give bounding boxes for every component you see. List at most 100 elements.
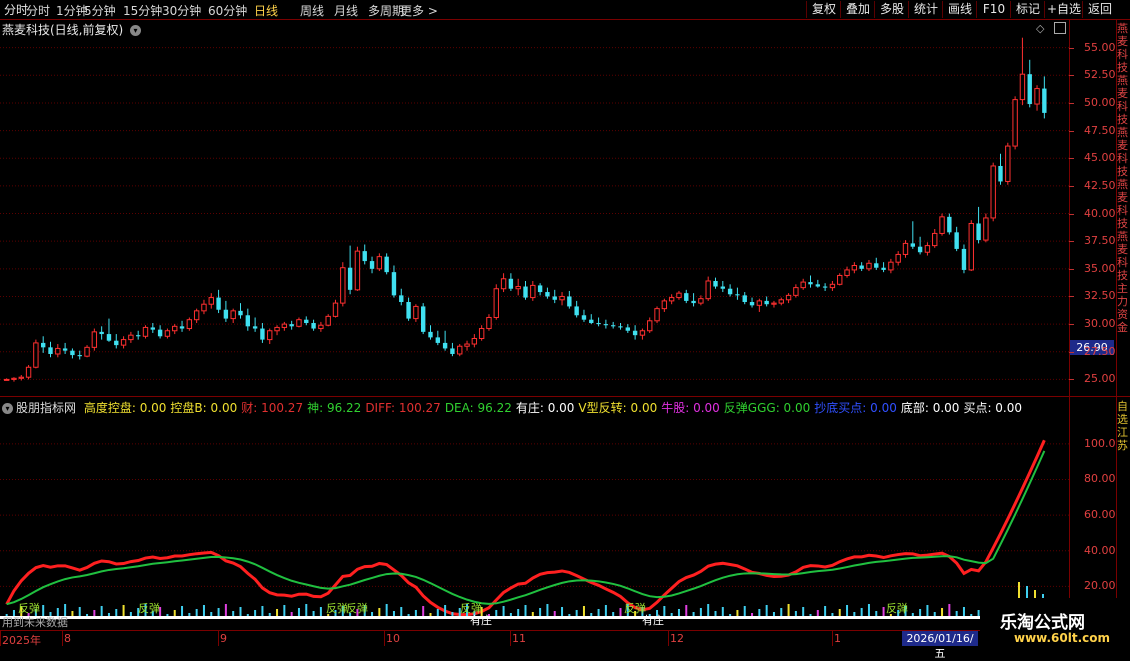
price-axis-tick [1069,241,1074,243]
price-axis-tick [1069,185,1074,187]
candle-body-down [450,348,455,354]
baseline-bar [0,616,985,619]
period-8[interactable]: 月线 [334,2,358,19]
candle-body-down [611,325,616,327]
toolbar-button-1[interactable]: 叠加 [840,1,875,18]
period-7[interactable]: 周线 [300,2,324,19]
candle-body-up [639,330,646,336]
candle-body-up [25,366,32,378]
period-0[interactable]: 分时 [26,2,50,19]
candle-body-up [471,337,478,345]
candle-body-down [442,342,448,349]
period-3[interactable]: 15分钟 [123,2,162,19]
candle-body-up [230,310,236,320]
period-5[interactable]: 60分钟 [208,2,247,19]
candle-body-down [216,297,221,310]
candle-body-up [318,324,324,330]
candle-body-down [1042,88,1047,113]
right-sidebar-text-2: 自选 江苏 [1117,400,1128,452]
candle-body-up [924,245,931,253]
indicator-field-5: DEA: 96.22 [444,401,512,415]
date-axis-label-2: 9 [220,632,227,645]
candle-body-up [800,281,806,289]
candle-body-up [128,334,134,341]
future-data-warning: 用到未来数据 [2,616,68,629]
price-axis-label: 55.00 [1084,40,1116,54]
toolbar-button-5[interactable]: F10 [976,1,1011,18]
candle-body-up [844,269,850,276]
candle-body-down [947,216,952,233]
toolbar-button-4[interactable]: 画线 [942,1,977,18]
indicator-field-9: 反弹GGG: 0.00 [723,401,811,415]
toolbar-button-3[interactable]: 统计 [908,1,943,18]
period-4[interactable]: 30分钟 [162,2,201,19]
price-axis-tick [1069,268,1074,270]
period-6[interactable]: 日线 [254,2,278,19]
candlestick-chart[interactable] [0,20,1069,396]
date-axis-tick [510,630,511,646]
candle-body-down [289,324,294,327]
period-9[interactable]: 多周期 [368,2,404,19]
candle-body-down [713,280,718,287]
indicator-line-shen [6,450,1046,606]
signal-bar [385,604,388,618]
candle-body-down [998,165,1003,182]
period-10[interactable]: 更多 > [400,2,438,19]
candle-body-down [859,265,864,269]
period-2[interactable]: 5分钟 [84,2,116,19]
candle-body-up [515,286,521,290]
watermark-title: 乐淘公式网 [1000,613,1085,633]
candle-body-down [260,328,265,340]
candle-body-down [406,302,411,319]
toolbar-button-6[interactable]: 标记 [1010,1,1045,18]
toolbar-button-8[interactable]: 返回 [1082,1,1117,18]
candle-body-down [720,286,725,289]
candle-body-up [325,315,331,326]
candle-body-up [895,253,901,263]
signal-zhuang-0: 有庄 [470,614,492,627]
price-axis-tick [1069,75,1074,77]
candle-body-down [304,319,309,324]
candle-body-up [142,326,149,337]
period-timeshare[interactable]: 分时 [4,1,28,18]
toolbar-button-7[interactable]: +自选 [1044,1,1083,18]
candle-body-up [654,308,660,322]
candle-body-up [193,310,200,321]
candle-body-up [983,217,989,241]
candle-body-down [106,334,112,341]
candle-body-down [574,306,579,316]
candle-body-down [691,300,696,304]
indicator-field-8: 牛股: 0.00 [661,401,720,415]
candle-body-up [932,232,938,247]
indicator-name[interactable]: 股朋指标网 [16,401,76,415]
indicator-chart[interactable] [0,414,1069,630]
candle-body-up [866,262,872,270]
toolbar-button-0[interactable]: 复权 [806,1,841,18]
candle-body-down [384,256,389,273]
date-axis-tick [832,630,833,646]
candle-body-down [961,248,967,270]
candle-body-down [238,310,243,316]
price-axis-label: 42.50 [1084,178,1116,192]
candle-body-down [523,286,528,298]
toolbar-button-2[interactable]: 多股 [874,1,909,18]
candle-body-up [829,283,836,289]
candle-body-down [618,326,623,328]
candle-body-down [567,296,572,307]
chevron-down-icon[interactable]: ▾ [2,403,13,414]
candle-body-up [559,295,565,301]
period-1[interactable]: 1分钟 [56,2,88,19]
candle-body-down [632,330,638,336]
candle-body-down [136,335,141,337]
indicator-field-3: 神: 96.22 [307,401,362,415]
date-axis-label-4: 11 [512,632,526,645]
candle-body-down [976,223,981,241]
indicator-fields: 高度控盘: 0.00 控盘B: 0.00 财: 100.27 神: 96.22 DIFF… [84,401,1026,415]
price-axis-label: 25.00 [1084,372,1116,386]
candle-body-down [428,331,433,338]
price-axis-tick [1069,379,1074,381]
date-axis-label-1: 8 [64,632,71,645]
indicator-field-12: 买点: 0.00 [963,401,1023,415]
candle-body-down [917,246,923,253]
price-axis-label: 30.00 [1084,317,1116,331]
